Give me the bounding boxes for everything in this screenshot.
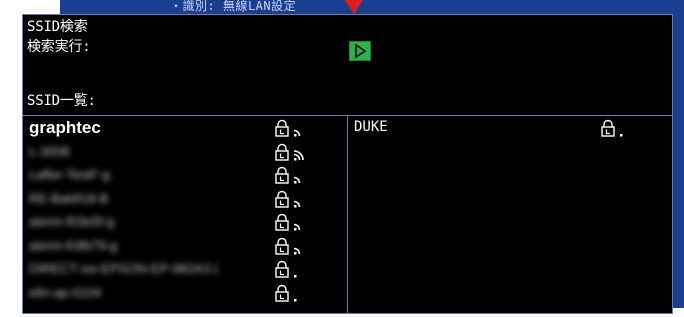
execute-search-button[interactable] bbox=[349, 41, 371, 61]
ssid-name: aterm-f03e5f-g bbox=[29, 214, 115, 229]
dialog-header: SSID検索 検索実行: SSID一覧: bbox=[23, 15, 672, 116]
search-label: 検索実行: bbox=[27, 39, 91, 55]
ssid-list-item[interactable]: RE-Bak818-B bbox=[23, 187, 347, 210]
ssid-list-right-column: DUKE bbox=[348, 116, 672, 313]
ssid-name: DIRECT-xw-EPSON-EP-982A3 ( bbox=[29, 261, 219, 276]
ssid-name: aterm-fc8b79-g bbox=[29, 237, 118, 253]
backdrop-window-strip: ・識別: 無線LAN設定 bbox=[60, 0, 684, 14]
lock-icon bbox=[275, 190, 289, 208]
lock-icon bbox=[275, 213, 289, 231]
lock-icon bbox=[601, 119, 615, 137]
wifi-signal-icon bbox=[293, 149, 304, 160]
wifi-signal-icon bbox=[293, 176, 301, 184]
wifi-signal-icon bbox=[620, 134, 623, 137]
ssid-list-item[interactable]: L-3008 bbox=[23, 140, 347, 163]
wifi-signal-icon bbox=[293, 247, 301, 254]
ssid-list-item[interactable]: graphtec bbox=[23, 116, 347, 139]
lock-icon bbox=[275, 260, 289, 278]
ssid-name: elin-ap-0104 bbox=[29, 284, 102, 300]
wifi-signal-icon bbox=[293, 200, 301, 207]
ssid-name: RE-Bak818-B bbox=[29, 190, 109, 206]
lock-icon bbox=[275, 119, 289, 137]
ssid-list-item[interactable]: aterm-f03e5f-g bbox=[23, 210, 347, 233]
wifi-signal-icon bbox=[293, 129, 301, 137]
lock-icon bbox=[275, 166, 289, 184]
ssid-search-dialog: SSID検索 検索実行: SSID一覧: graphtec L-3008 Lafte… bbox=[22, 14, 673, 314]
ssid-list-item[interactable]: aterm-fc8b79-g bbox=[23, 234, 347, 257]
wifi-signal-icon bbox=[294, 298, 297, 301]
lock-icon bbox=[275, 143, 289, 161]
ssid-name: DUKE bbox=[354, 119, 388, 135]
backdrop-left bbox=[0, 14, 24, 317]
lock-icon bbox=[275, 237, 289, 255]
ssid-name: graphtec bbox=[29, 118, 101, 137]
ssid-list-item[interactable]: Lafter-TestF-g bbox=[23, 163, 347, 186]
red-pointer-marker bbox=[345, 0, 363, 14]
dialog-title: SSID検索 bbox=[27, 19, 88, 35]
wifi-signal-icon bbox=[294, 275, 297, 278]
wifi-signal-icon bbox=[293, 223, 301, 231]
lock-icon bbox=[275, 284, 289, 302]
ssid-list-item[interactable]: DUKE bbox=[348, 116, 672, 139]
backdrop-text: ・識別: 無線LAN設定 bbox=[170, 0, 297, 13]
ssid-name: L-3008 bbox=[29, 143, 70, 159]
ssid-list-item[interactable]: elin-ap-0104 bbox=[23, 281, 347, 304]
play-triangle-icon bbox=[355, 43, 367, 59]
ssid-list-item[interactable]: DIRECT-xw-EPSON-EP-982A3 ( bbox=[23, 257, 347, 280]
ssid-list-left-column: graphtec L-3008 Lafter-TestF-g RE-Bak818-B a… bbox=[23, 116, 348, 313]
ssid-name: Lafter-TestF-g bbox=[29, 167, 110, 182]
ssid-list-label: SSID一覧: bbox=[27, 93, 96, 109]
